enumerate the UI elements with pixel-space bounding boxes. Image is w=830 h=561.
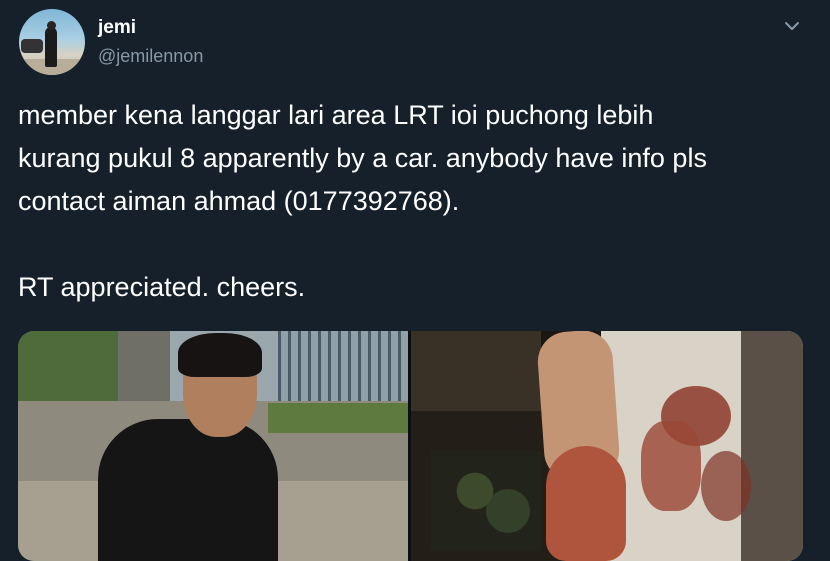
photo-hair [178,333,262,377]
tweet-text-line: member kena langgar lari area LRT ioi pu… [18,100,654,130]
tweet-text: member kena langgar lari area LRT ioi pu… [18,94,808,309]
tweet-text-line: kurang pukul 8 apparently by a car. anyb… [18,143,707,173]
photo-injured-leg[interactable] [411,331,803,561]
tweet-text-line: RT appreciated. cheers. [18,272,306,302]
display-name[interactable]: jemi [98,17,136,39]
avatar-person [45,27,57,67]
tweet-text-line: contact aiman ahmad (0177392768). [18,186,460,216]
photo-shirt [98,419,278,561]
photo-plants [431,451,541,551]
photo-man-sitting[interactable] [18,331,408,561]
photo-pants-shadow [741,331,803,561]
tweet: jemi @jemilennon member kena langgar lar… [0,0,830,561]
avatar-car [21,39,43,53]
media-grid [18,331,803,561]
photo-hedge [268,403,408,433]
user-handle[interactable]: @jemilennon [98,46,203,67]
avatar-head [47,21,56,30]
avatar[interactable] [19,9,85,75]
photo-grass [18,331,128,411]
photo-bloodstain [641,421,701,511]
chevron-down-icon[interactable] [782,16,802,36]
photo-injured-hand [546,446,626,561]
photo-bloodstain [701,451,751,521]
